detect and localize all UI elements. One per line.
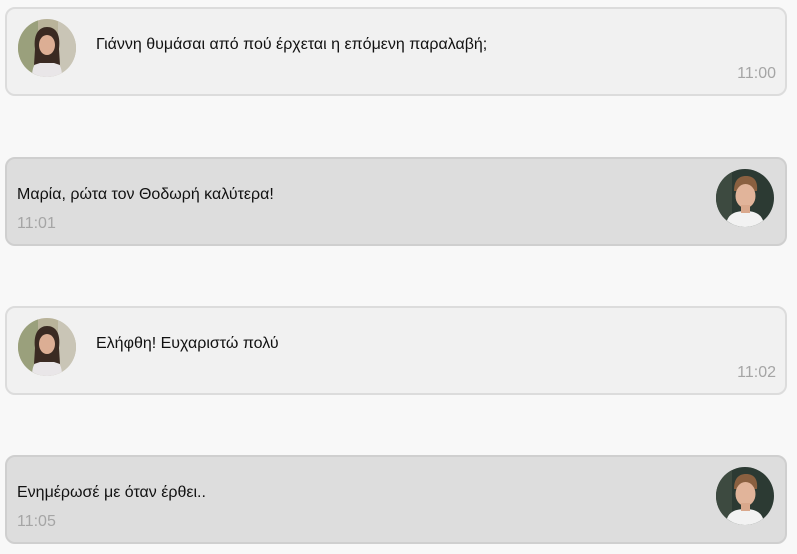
male-user-avatar-icon bbox=[716, 169, 774, 227]
chat-container: Γιάννη θυμάσαι από πού έρχεται η επόμενη… bbox=[0, 0, 797, 554]
message-timestamp: 11:05 bbox=[17, 513, 56, 530]
chat-message-incoming: Γιάννη θυμάσαι από πού έρχεται η επόμενη… bbox=[5, 7, 787, 96]
chat-message-incoming: Ελήφθη! Ευχαριστώ πολύ 11:02 bbox=[5, 306, 787, 395]
message-timestamp: 11:01 bbox=[17, 215, 56, 232]
message-text: Ελήφθη! Ευχαριστώ πολύ bbox=[96, 335, 279, 352]
message-text: Μαρία, ρώτα τον Θοδωρή καλύτερα! bbox=[17, 186, 274, 203]
male-user-avatar-icon bbox=[716, 467, 774, 525]
chat-message-outgoing: Μαρία, ρώτα τον Θοδωρή καλύτερα! 11:01 bbox=[5, 157, 787, 246]
message-timestamp: 11:02 bbox=[737, 364, 776, 381]
female-user-avatar-icon bbox=[18, 318, 76, 376]
chat-message-outgoing: Ενημέρωσέ με όταν έρθει.. 11:05 bbox=[5, 455, 787, 544]
female-user-avatar-icon bbox=[18, 19, 76, 77]
message-timestamp: 11:00 bbox=[737, 65, 776, 82]
message-text: Ενημέρωσέ με όταν έρθει.. bbox=[17, 484, 206, 501]
message-text: Γιάννη θυμάσαι από πού έρχεται η επόμενη… bbox=[96, 36, 488, 53]
